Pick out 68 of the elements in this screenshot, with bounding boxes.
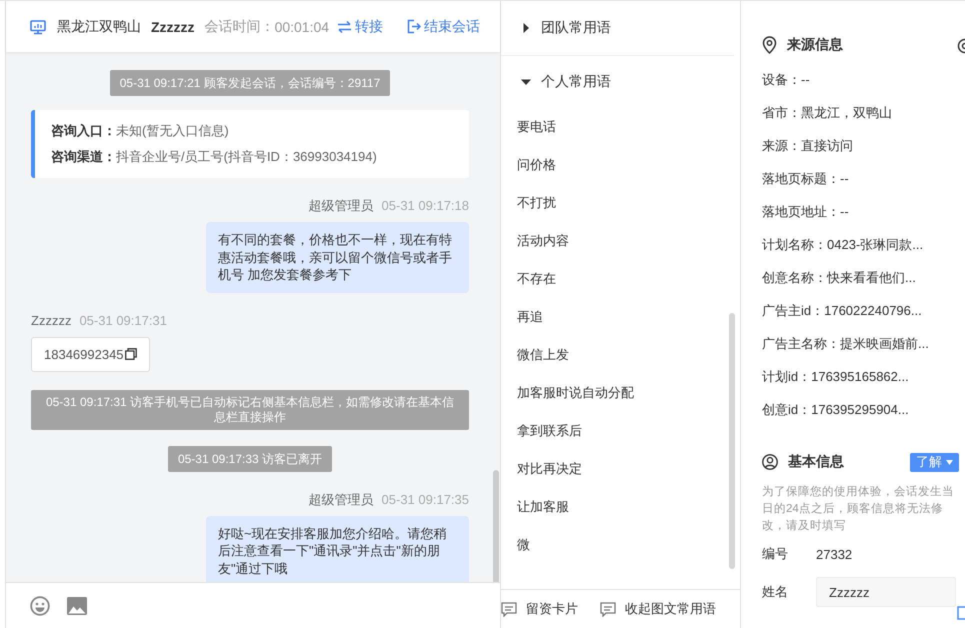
caret-down-icon bbox=[946, 460, 953, 464]
phrase-item[interactable]: 微信上发 bbox=[501, 336, 740, 374]
scrollbar[interactable] bbox=[729, 313, 735, 569]
phrase-item[interactable]: 要电话 bbox=[501, 108, 740, 146]
source-field: 创意名称：快来看看他们... bbox=[762, 261, 965, 294]
phrase-item[interactable]: 拿到联系后 bbox=[501, 412, 740, 450]
location-pin-icon bbox=[762, 36, 777, 54]
source-field: 计划名称：0423-张琳同款... bbox=[762, 228, 965, 261]
phrase-group-header[interactable]: 个人常用语 bbox=[501, 56, 740, 108]
sender-name: 超级管理员 bbox=[308, 197, 374, 215]
phrase-item[interactable]: 让加客服 bbox=[501, 488, 740, 526]
phrase-item[interactable]: 不打扰 bbox=[501, 184, 740, 222]
field-label: 姓名 bbox=[762, 583, 789, 601]
phrase-item[interactable]: 对比再决定 bbox=[501, 450, 740, 488]
section-title: 基本信息 bbox=[788, 453, 844, 471]
phrase-item[interactable]: 问价格 bbox=[501, 146, 740, 184]
message-bubble: 有不同的套餐，价格也不一样，现在有特惠活动套餐哦，亲可以留个微信号或者手机号 加您发套餐参考下 bbox=[206, 222, 469, 292]
source-field: 来源：直接访问 bbox=[762, 129, 965, 162]
source-field: 落地页地址：-- bbox=[762, 195, 965, 228]
scrollbar[interactable] bbox=[493, 470, 499, 582]
field-label: 编号 bbox=[762, 545, 789, 563]
visitor-name: Zzzzzz bbox=[151, 18, 195, 34]
phrase-group-header[interactable]: 团队常用语 bbox=[501, 1, 734, 56]
message-time: 05-31 09:17:18 bbox=[382, 197, 469, 215]
caret-down-icon bbox=[521, 77, 531, 87]
user-circle-icon bbox=[762, 454, 778, 470]
source-field: 创意id：176395295904... bbox=[762, 393, 965, 426]
message-icon bbox=[600, 602, 616, 616]
phrase-item[interactable]: 再追 bbox=[501, 298, 740, 336]
source-field: 广告主名称：提米映画婚前... bbox=[762, 327, 965, 360]
end-session-button[interactable]: 结束会话 bbox=[407, 18, 480, 36]
duration-value: 00:01:04 bbox=[274, 18, 330, 34]
sender-name: Zzzzzz bbox=[31, 312, 72, 330]
caret-right-icon bbox=[521, 23, 531, 33]
phone-message: 18346992345 bbox=[31, 336, 150, 372]
source-field: 计划id：176395165862... bbox=[762, 360, 965, 393]
notice-text: 为了保障您的使用体验，会话发生当日的24点之后，顾客信息将无法修改，请及时填写 bbox=[762, 484, 955, 534]
system-message: 05-31 09:17:33 访客已离开 bbox=[168, 446, 332, 472]
system-message: 05-31 09:17:21 顾客发起会话，会话编号：29117 bbox=[110, 70, 390, 96]
swap-arrows-icon bbox=[337, 20, 352, 34]
info-line: 咨询入口：未知(暂无入口信息) bbox=[51, 122, 230, 140]
source-field: 设备：-- bbox=[762, 63, 965, 96]
transfer-button[interactable]: 转接 bbox=[337, 18, 384, 36]
name-input[interactable]: Zzzzzz bbox=[816, 577, 956, 607]
footer-button[interactable]: 留资卡片 bbox=[501, 600, 578, 618]
message-icon bbox=[501, 602, 517, 616]
exit-icon bbox=[407, 19, 422, 34]
message-bubble: 好哒~现在安排客服加您介绍哈。请您稍后注意查看一下"通讯录"并点击"新的朋友"通过下哦 bbox=[206, 516, 469, 582]
info-line: 咨询渠道：抖音企业号/员工号(抖音号ID：36993034194) bbox=[51, 148, 378, 166]
phrase-item[interactable]: 加客服时说自动分配 bbox=[501, 374, 740, 412]
source-field: 省市：黑龙江，双鸭山 bbox=[762, 96, 965, 129]
monitor-icon bbox=[30, 18, 46, 34]
footer-button[interactable]: 收起图文常用语 bbox=[600, 600, 716, 618]
source-field: 广告主id：176022240796... bbox=[762, 294, 965, 327]
system-message: 05-31 09:17:31 访客手机号已自动标记右侧基本信息栏，如需修改请在基本信息栏直接操作 bbox=[31, 390, 469, 430]
phrase-item[interactable]: 微 bbox=[501, 526, 740, 564]
message-time: 05-31 09:17:35 bbox=[382, 490, 469, 508]
phrase-item[interactable]: 不存在 bbox=[501, 260, 740, 298]
message-time: 05-31 09:17:31 bbox=[79, 312, 167, 330]
emoji-icon[interactable] bbox=[30, 596, 50, 616]
region-name: 黑龙江双鸭山 bbox=[57, 18, 141, 36]
section-title: 来源信息 bbox=[787, 36, 843, 54]
duration-label: 会话时间： bbox=[204, 18, 275, 36]
phrase-item[interactable]: 活动内容 bbox=[501, 222, 740, 260]
sender-name: 超级管理员 bbox=[308, 490, 374, 508]
source-field: 落地页标题：-- bbox=[762, 162, 965, 195]
image-icon[interactable] bbox=[67, 596, 87, 614]
field-value: 27332 bbox=[816, 546, 852, 562]
